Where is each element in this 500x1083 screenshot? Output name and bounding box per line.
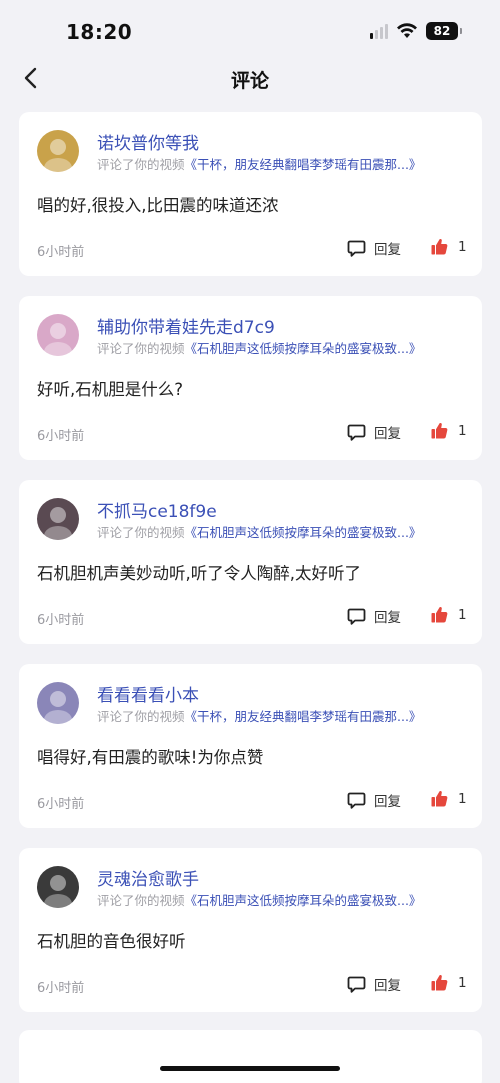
nav-bar: 评论 [0, 62, 500, 96]
comment-card-partial[interactable] [19, 1030, 482, 1083]
video-title-link[interactable]: 《石机胆声这低频按摩耳朵的盛宴极致...》 [185, 341, 422, 356]
wifi-icon [397, 23, 417, 38]
comment-icon [347, 608, 366, 625]
battery-icon: 82 [426, 22, 462, 40]
video-reference[interactable]: 评论了你的视频《干杯，朋友经典翻唱李梦瑶有田震那...》 [97, 154, 472, 173]
reply-label: 回复 [374, 610, 401, 626]
comment-icon [347, 240, 366, 257]
reply-button[interactable]: 回复 [347, 238, 401, 258]
like-button[interactable]: 1 [431, 238, 467, 255]
comment-text: 石机胆的音色很好听 [37, 932, 186, 951]
comment-card[interactable]: 辅助你带着娃先走d7c9 评论了你的视频《石机胆声这低频按摩耳朵的盛宴极致...… [19, 296, 482, 460]
comment-time: 6小时前 [37, 613, 85, 628]
action-text: 评论了你的视频 [97, 893, 185, 908]
avatar[interactable] [37, 130, 79, 172]
reply-button[interactable]: 回复 [347, 974, 401, 994]
like-count: 1 [458, 790, 467, 807]
comment-icon [347, 424, 366, 441]
comment-time: 6小时前 [37, 429, 85, 444]
comment-text: 石机胆机声美妙动听,听了令人陶醉,太好听了 [37, 564, 361, 583]
username[interactable]: 辅助你带着娃先走d7c9 [97, 313, 275, 338]
video-reference[interactable]: 评论了你的视频《石机胆声这低频按摩耳朵的盛宴极致...》 [97, 338, 472, 357]
thumbs-up-icon [431, 790, 448, 807]
comment-card[interactable]: 诺坎普你等我 评论了你的视频《干杯，朋友经典翻唱李梦瑶有田震那...》 唱的好,… [19, 112, 482, 276]
action-text: 评论了你的视频 [97, 525, 185, 540]
action-text: 评论了你的视频 [97, 709, 185, 724]
video-title-link[interactable]: 《干杯，朋友经典翻唱李梦瑶有田震那...》 [185, 709, 422, 724]
comment-time: 6小时前 [37, 245, 85, 260]
status-icons: 82 [370, 22, 462, 40]
home-indicator[interactable] [160, 1066, 340, 1071]
reply-button[interactable]: 回复 [347, 422, 401, 442]
like-button[interactable]: 1 [431, 974, 467, 991]
page-title: 评论 [230, 70, 269, 92]
comment-card[interactable]: 灵魂治愈歌手 评论了你的视频《石机胆声这低频按摩耳朵的盛宴极致...》 石机胆的… [19, 848, 482, 1012]
like-count: 1 [458, 606, 467, 623]
reply-label: 回复 [374, 978, 401, 994]
comment-text: 唱得好,有田震的歌味!为你点赞 [37, 748, 264, 767]
thumbs-up-icon [431, 238, 448, 255]
status-bar: 18:20 82 [0, 0, 500, 62]
comment-time: 6小时前 [37, 797, 85, 812]
video-title-link[interactable]: 《石机胆声这低频按摩耳朵的盛宴极致...》 [185, 893, 422, 908]
comment-icon [347, 976, 366, 993]
status-time: 18:20 [66, 20, 133, 44]
action-text: 评论了你的视频 [97, 157, 185, 172]
reply-label: 回复 [374, 426, 401, 442]
comment-card[interactable]: 不抓马ce18f9e 评论了你的视频《石机胆声这低频按摩耳朵的盛宴极致...》 … [19, 480, 482, 644]
username[interactable]: 灵魂治愈歌手 [97, 865, 199, 890]
reply-label: 回复 [374, 242, 401, 258]
comment-text: 好听,石机胆是什么? [37, 380, 184, 399]
video-reference[interactable]: 评论了你的视频《石机胆声这低频按摩耳朵的盛宴极致...》 [97, 522, 472, 541]
username[interactable]: 看看看看小本 [97, 681, 199, 706]
video-title-link[interactable]: 《石机胆声这低频按摩耳朵的盛宴极致...》 [185, 525, 422, 540]
username[interactable]: 诺坎普你等我 [97, 129, 199, 154]
comment-icon [347, 792, 366, 809]
reply-button[interactable]: 回复 [347, 606, 401, 626]
video-title-link[interactable]: 《干杯，朋友经典翻唱李梦瑶有田震那...》 [185, 157, 422, 172]
avatar[interactable] [37, 866, 79, 908]
avatar[interactable] [37, 498, 79, 540]
like-button[interactable]: 1 [431, 790, 467, 807]
video-reference[interactable]: 评论了你的视频《干杯，朋友经典翻唱李梦瑶有田震那...》 [97, 706, 472, 725]
thumbs-up-icon [431, 422, 448, 439]
comment-card[interactable]: 看看看看小本 评论了你的视频《干杯，朋友经典翻唱李梦瑶有田震那...》 唱得好,… [19, 664, 482, 828]
like-count: 1 [458, 238, 467, 255]
avatar[interactable] [37, 682, 79, 724]
action-text: 评论了你的视频 [97, 341, 185, 356]
username[interactable]: 不抓马ce18f9e [97, 497, 217, 522]
thumbs-up-icon [431, 974, 448, 991]
like-count: 1 [458, 974, 467, 991]
comment-list: 诺坎普你等我 评论了你的视频《干杯，朋友经典翻唱李梦瑶有田震那...》 唱的好,… [19, 112, 482, 1032]
video-reference[interactable]: 评论了你的视频《石机胆声这低频按摩耳朵的盛宴极致...》 [97, 890, 472, 909]
signal-icon [370, 23, 388, 39]
avatar[interactable] [37, 314, 79, 356]
reply-button[interactable]: 回复 [347, 790, 401, 810]
like-count: 1 [458, 422, 467, 439]
like-button[interactable]: 1 [431, 606, 467, 623]
reply-label: 回复 [374, 794, 401, 810]
comment-time: 6小时前 [37, 981, 85, 996]
comment-text: 唱的好,很投入,比田震的味道还浓 [37, 196, 279, 215]
thumbs-up-icon [431, 606, 448, 623]
like-button[interactable]: 1 [431, 422, 467, 439]
